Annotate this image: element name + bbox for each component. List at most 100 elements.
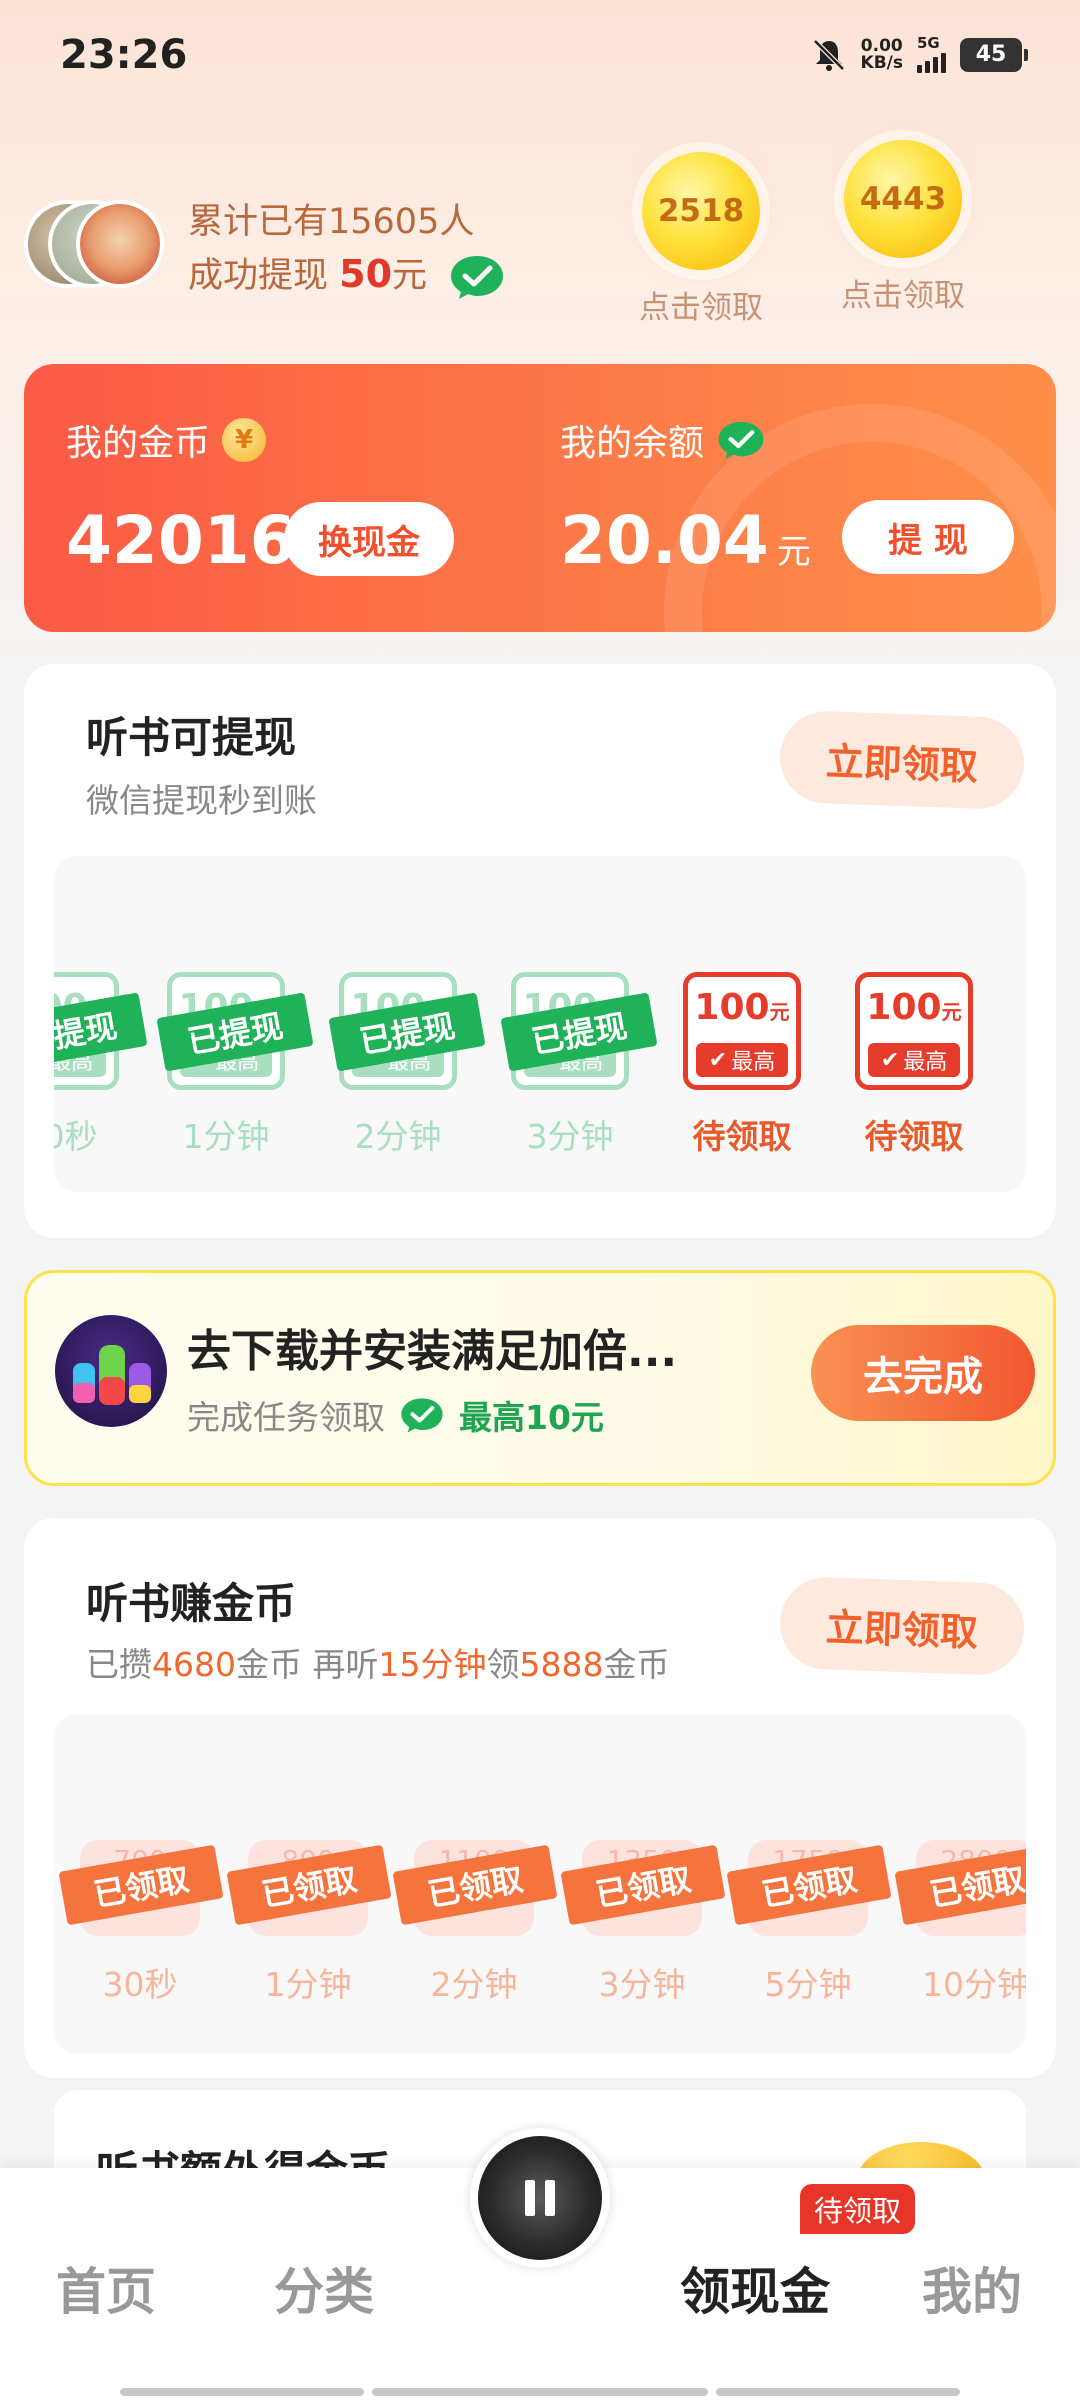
coin-step-5min: 1750 已领取 5分钟 [726,1840,892,2006]
network-indicator: 5G [917,36,946,73]
cash-amount-unit: 元 [769,1000,790,1024]
battery-level: 45 [975,42,1007,67]
coin-bubble-label: 点击领取 [841,278,965,314]
coin-step-1min: 800 已领取 1分钟 [226,1840,392,2006]
cash-badge: 100元 ✔ 最高 [855,972,973,1090]
coin-tile: 1750 已领取 [726,1840,892,1936]
wallet-card: 我的金币 ¥ 42016 换现金 我的余额 20.04 元 提 现 [24,364,1056,632]
album-cover [478,2136,602,2260]
withdraw-line: 成功提现 50元 [188,248,506,302]
coin-tile: 800 已领取 [226,1840,392,1936]
coin-icon: 2518 [642,152,760,270]
nav-cash[interactable]: 领现金 [680,2252,830,2324]
task-title: 去下载并安装满足加倍... [187,1326,678,1377]
coin-tile: 2800 已领取 [894,1840,1026,1936]
complete-task-button[interactable]: 去完成 [811,1325,1035,1421]
coin-icon: 4443 [844,140,962,258]
wechat-check-icon [451,256,504,299]
cash-step-label: 3分钟 [526,1117,614,1156]
nav-category[interactable]: 分类 [274,2252,374,2324]
check-icon: ✔ [880,1047,900,1073]
speed-value: 0.00 [860,35,903,56]
exchange-cash-button[interactable]: 换现金 [284,502,454,576]
user-avatars [24,200,164,290]
withdraw-stats: 累计已有15605人 成功提现 50元 [188,196,506,302]
coin-tile: 1100 已领取 [392,1840,558,1936]
listen-coins-claim-button[interactable]: 立即领取 [778,1575,1026,1677]
gesture-bar [372,2388,708,2396]
cash-max-label: 最高 [903,1050,948,1075]
audio-player-button[interactable] [470,2128,610,2268]
cash-step-label: 待领取 [864,1117,964,1156]
coin-step-label: 2分钟 [430,1965,518,2004]
target-coins: 5888 [519,1645,604,1684]
cash-max-label: 最高 [731,1050,776,1075]
coin-step-2min: 1100 已领取 2分钟 [392,1840,558,2006]
coin-step-3min: 1350 已领取 3分钟 [560,1840,726,2006]
cash-step-label: 30秒 [54,1117,98,1156]
download-task-card[interactable]: 去下载并安装满足加倍... 完成任务领取 最高10元 去完成 [24,1270,1056,1486]
cash-step-label: 1分钟 [182,1117,270,1156]
coins-label-text: 我的金币 [66,423,211,464]
withdraw-unit: 元 [392,256,428,296]
cash-amount-value: 100 [694,987,770,1028]
pause-icon [525,2180,555,2216]
nav-home[interactable]: 首页 [56,2252,156,2324]
coins-value: 42016 [66,502,296,579]
listen-coins-card: 听书赚金币 已攒4680金币 再听15分钟领5888金币 立即领取 700 已领… [24,1518,1056,2078]
cash-step-1min: 100元 ✔最高 已提现 1分钟 [156,972,314,1158]
listen-cash-claim-button[interactable]: 立即领取 [778,709,1026,811]
coin-step-label: 3分钟 [598,1965,686,2004]
network-speed: 0.00 KB/s [860,35,903,73]
cash-badge: 100元 ✔最高 已提现 [500,972,658,1090]
listen-coins-title: 听书赚金币 [86,1579,297,1628]
status-time: 23:26 [60,32,188,78]
cash-step-pending-1[interactable]: 100元 ✔ 最高 待领取 [682,972,802,1158]
cash-step-30s: 100元 ✔最高 已提现 30秒 [54,972,148,1158]
coins-label: 我的金币 ¥ [66,414,267,466]
potion-bottles-icon [73,1345,151,1405]
balance-amount: 20.04 [560,502,769,579]
bell-muted-icon [812,38,845,71]
avatar [76,200,164,288]
cash-step-label: 2分钟 [354,1117,442,1156]
coin-tile: 1350 已领取 [560,1840,726,1936]
coin-step-label: 10分钟 [922,1965,1026,2004]
nav-mine[interactable]: 我的 [922,2252,1022,2324]
gesture-bar [120,2388,364,2396]
coin-step-10min: 2800 已领取 10分钟 [894,1840,1026,2006]
listen-cash-title: 听书可提现 [86,713,297,762]
listen-cash-subtitle: 微信提现秒到账 [86,781,317,820]
listen-coins-subtitle: 已攒4680金币 再听15分钟领5888金币 [86,1638,669,1686]
status-icons: 0.00 KB/s 5G 45 [811,35,1028,73]
coin-icon: ¥ [222,418,267,462]
cash-badge: 100元 ✔最高 已提现 [54,972,148,1090]
coin-step-label: 30秒 [102,1965,178,2004]
coin-bubble-2[interactable]: 4443 点击领取 [838,140,968,315]
signal-icon [917,51,946,73]
cash-amount: 100元 [860,987,968,1028]
wechat-check-icon [401,1398,443,1433]
cash-step-3min: 100元 ✔最高 已提现 3分钟 [500,972,658,1158]
check-icon: ✔ [708,1047,728,1073]
balance-unit: 元 [776,532,811,572]
battery-icon: 45 [960,37,1028,72]
withdraw-button[interactable]: 提 现 [842,500,1014,574]
cash-step-2min: 100元 ✔最高 已提现 2分钟 [328,972,486,1158]
gesture-bar [716,2388,960,2396]
balance-value: 20.04 元 [560,502,811,579]
listen-cash-card: 听书可提现 微信提现秒到账 立即领取 100元 ✔最高 已提现 30秒 100元… [24,664,1056,1238]
remaining-time: 15分钟 [378,1645,487,1684]
cash-amount: 100元 [688,987,796,1028]
cash-step-pending-2[interactable]: 100元 ✔ 最高 待领取 [854,972,974,1158]
sub-text: 已攒 [86,1645,152,1684]
cash-amount-value: 100 [866,987,942,1028]
cash-amount-unit: 元 [941,1000,962,1024]
coin-bubble-1[interactable]: 2518 点击领取 [636,152,766,327]
task-reward: 最高10元 [459,1398,604,1437]
saved-coins: 4680 [152,1645,236,1684]
speed-unit: KB/s [860,52,903,73]
withdraw-amount: 50 [339,252,393,296]
coin-tile: 700 已领取 [58,1840,224,1936]
sub-text: 领 [486,1645,520,1684]
